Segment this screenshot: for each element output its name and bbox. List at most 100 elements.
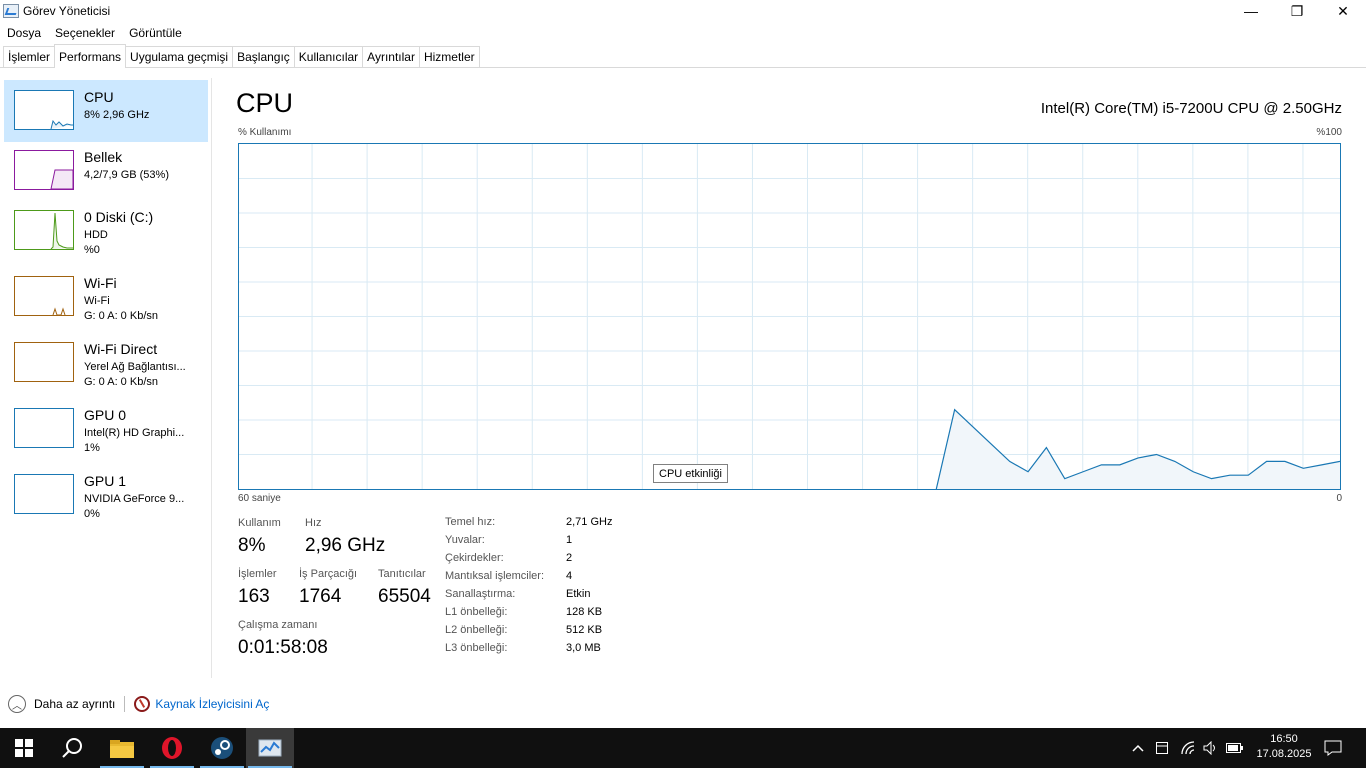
spec-value: 2,71 GHz (566, 516, 613, 528)
tray-app[interactable] (1152, 728, 1172, 768)
sidebar-item-title: Wi-Fi (84, 275, 117, 291)
menu-options[interactable]: Seçenekler (48, 26, 122, 40)
taskbar-clock[interactable]: 16:50 17.08.2025 (1254, 732, 1314, 762)
speed-label: Hız (305, 517, 322, 529)
graph-x-label: 60 saniye (238, 493, 281, 504)
sidebar-item-detail: 1% (84, 442, 100, 454)
handles-value: 65504 (378, 586, 431, 607)
volume-control[interactable] (1200, 728, 1222, 768)
speed-value: 2,96 GHz (305, 535, 386, 556)
footer-bar: ︿ Daha az ayrıntı Kaynak İzleyicisini Aç (0, 692, 269, 716)
opera-icon (162, 737, 182, 759)
cpu-thumbnail-line (50, 119, 73, 129)
processes-label: İşlemler (238, 568, 277, 580)
steam-button[interactable] (198, 728, 246, 768)
spec-key: L3 önbelleği: (445, 642, 508, 654)
graph-y-label: % Kullanımı (238, 127, 292, 138)
spec-value: 1 (566, 534, 573, 546)
spec-value: 512 KB (566, 624, 603, 636)
close-button[interactable]: ✕ (1320, 0, 1366, 22)
usage-value: 8% (238, 535, 266, 556)
search-button[interactable] (48, 728, 96, 768)
disk-thumbnail-graph (14, 210, 74, 250)
resource-monitor-icon (134, 696, 151, 712)
sidebar-item-detail: 0% (84, 508, 100, 520)
tab-app-history[interactable]: Uygulama geçmişi (125, 46, 234, 67)
sidebar-item-detail: %0 (84, 244, 100, 256)
battery-status[interactable] (1224, 728, 1246, 768)
spec-key: Yuvalar: (445, 534, 485, 546)
sidebar-item-memory[interactable]: Bellek 4,2/7,9 GB (53%) (4, 140, 208, 202)
spec-key: Mantıksal işlemciler: (445, 570, 545, 582)
sidebar-item-subtitle: Wi-Fi (84, 295, 110, 307)
file-explorer-button[interactable] (98, 728, 146, 768)
disk-thumbnail-line (50, 212, 73, 249)
uptime-label: Çalışma zamanı (238, 619, 318, 631)
action-center-button[interactable] (1318, 728, 1348, 768)
resource-sidebar: CPU 8% 2,96 GHz Bellek 4,2/7,9 GB (53%) … (0, 78, 212, 678)
menu-file[interactable]: Dosya (0, 26, 48, 40)
cpu-usage-chart (239, 144, 1341, 490)
uptime-value: 0:01:58:08 (238, 637, 328, 658)
restore-button[interactable]: ❐ (1274, 0, 1320, 22)
chevron-up-icon[interactable]: ︿ (8, 695, 26, 713)
gpu0-thumbnail-graph (14, 408, 74, 448)
spec-value: 2 (566, 552, 573, 564)
tray-window-icon (1156, 742, 1168, 754)
sidebar-item-title: Wi-Fi Direct (84, 341, 158, 357)
open-resource-monitor-link[interactable]: Kaynak İzleyicisini Aç (155, 697, 269, 711)
menu-bar: Dosya Seçenekler Görüntüle (0, 23, 189, 43)
wifi-icon (1181, 741, 1195, 755)
search-icon (62, 738, 82, 758)
speaker-icon (1203, 741, 1215, 755)
menu-view[interactable]: Görüntüle (122, 26, 189, 40)
sidebar-item-subtitle: 4,2/7,9 GB (53%) (84, 169, 169, 181)
tab-startup[interactable]: Başlangıç (232, 46, 295, 67)
tab-processes[interactable]: İşlemler (3, 46, 56, 67)
sidebar-item-detail: G: 0 A: 0 Kb/sn (84, 310, 158, 322)
sidebar-item-wifi[interactable]: Wi-Fi Wi-Fi G: 0 A: 0 Kb/sn (4, 266, 208, 328)
gpu1-thumbnail-graph (14, 474, 74, 514)
sidebar-item-wifi-direct[interactable]: Wi-Fi Direct Yerel Ağ Bağlantısı... G: 0… (4, 332, 208, 394)
task-manager-icon (3, 4, 19, 18)
spec-key: Temel hız: (445, 516, 496, 528)
minimize-button[interactable]: — (1228, 0, 1274, 22)
less-details-button[interactable]: Daha az ayrıntı (34, 697, 115, 711)
sidebar-item-subtitle: HDD (84, 229, 108, 241)
cpu-detail-panel: CPU Intel(R) Core(TM) i5-7200U CPU @ 2.5… (236, 80, 1346, 680)
cpu-thumbnail-graph (14, 90, 74, 130)
spec-value: 3,0 MB (566, 642, 601, 654)
window-title: Görev Yöneticisi (23, 4, 111, 18)
page-title: CPU (236, 88, 294, 118)
opera-button[interactable] (148, 728, 196, 768)
spec-key: L1 önbelleği: (445, 606, 508, 618)
network-status[interactable] (1176, 728, 1200, 768)
sidebar-item-subtitle: 8% 2,96 GHz (84, 109, 150, 121)
graph-tooltip: CPU etkinliği (653, 464, 728, 483)
sidebar-item-gpu0[interactable]: GPU 0 Intel(R) HD Graphi... 1% (4, 398, 208, 460)
start-button[interactable] (0, 728, 48, 768)
window-controls: — ❐ ✕ (1228, 0, 1366, 22)
wifi-direct-thumbnail-graph (14, 342, 74, 382)
task-manager-taskbar-button[interactable] (246, 728, 294, 768)
folder-icon (110, 740, 134, 758)
cpu-usage-graph[interactable]: CPU etkinliği (238, 143, 1341, 490)
spec-value: 128 KB (566, 606, 603, 618)
tab-details[interactable]: Ayrıntılar (362, 46, 420, 67)
clock-date: 17.08.2025 (1256, 748, 1312, 760)
steam-icon (211, 737, 233, 759)
battery-icon (1226, 743, 1243, 753)
tab-performance[interactable]: Performans (54, 44, 127, 68)
sidebar-item-subtitle: Yerel Ağ Bağlantısı... (84, 361, 186, 373)
handles-label: Tanıtıcılar (378, 568, 426, 580)
spec-key: Sanallaştırma: (445, 588, 516, 600)
clock-time: 16:50 (1270, 733, 1298, 745)
sidebar-item-gpu1[interactable]: GPU 1 NVIDIA GeForce 9... 0% (4, 464, 208, 526)
tab-users[interactable]: Kullanıcılar (293, 46, 364, 67)
show-hidden-icons[interactable] (1128, 728, 1148, 768)
tab-services[interactable]: Hizmetler (418, 46, 480, 67)
sidebar-item-disk[interactable]: 0 Diski (C:) HDD %0 (4, 200, 208, 262)
memory-thumbnail-fill (50, 169, 73, 189)
sidebar-item-cpu[interactable]: CPU 8% 2,96 GHz (4, 80, 208, 142)
chevron-up-tray-icon (1132, 744, 1144, 752)
